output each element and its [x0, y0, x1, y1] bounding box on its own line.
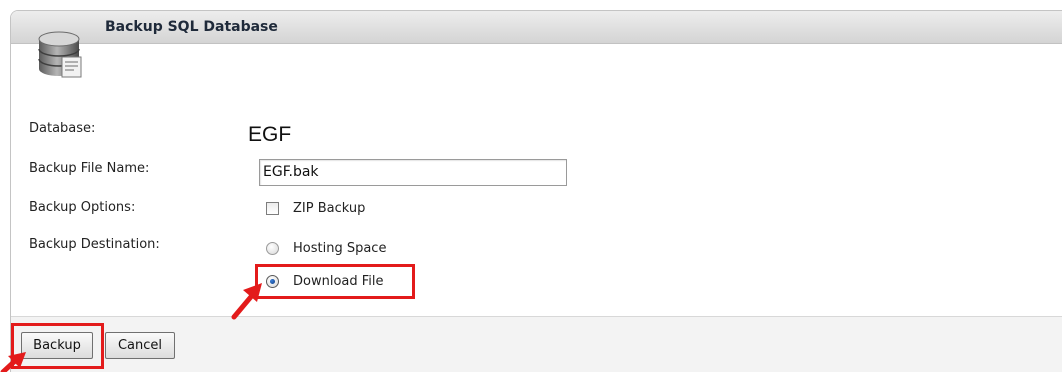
annotation-arrow-icon	[0, 352, 26, 372]
dialog-footer: Backup Cancel	[11, 316, 1062, 372]
dialog-title: Backup SQL Database	[105, 19, 278, 35]
zip-backup-checkbox[interactable]	[266, 202, 279, 215]
database-label: Database:	[29, 121, 96, 136]
zip-backup-label: ZIP Backup	[293, 201, 366, 216]
backup-dialog: Backup SQL Database Database: EGF Backup…	[10, 10, 1062, 372]
annotation-arrow-icon	[231, 283, 262, 320]
destination-option-hosting-space[interactable]: Hosting Space	[266, 241, 386, 256]
backup-destination-label: Backup Destination:	[29, 237, 160, 252]
backup-file-name-label: Backup File Name:	[29, 161, 150, 176]
hosting-space-radio[interactable]	[266, 242, 279, 255]
hosting-space-label: Hosting Space	[293, 241, 387, 256]
download-file-highlight	[255, 264, 415, 299]
database-name: EGF	[248, 123, 292, 146]
backup-file-name-input[interactable]: EGF.bak	[259, 159, 567, 186]
backup-options-label: Backup Options:	[29, 200, 136, 215]
database-backup-icon	[38, 31, 82, 78]
dialog-header: Backup SQL Database	[11, 11, 1062, 44]
zip-backup-option[interactable]: ZIP Backup	[266, 201, 365, 216]
cancel-button[interactable]: Cancel	[105, 332, 175, 359]
